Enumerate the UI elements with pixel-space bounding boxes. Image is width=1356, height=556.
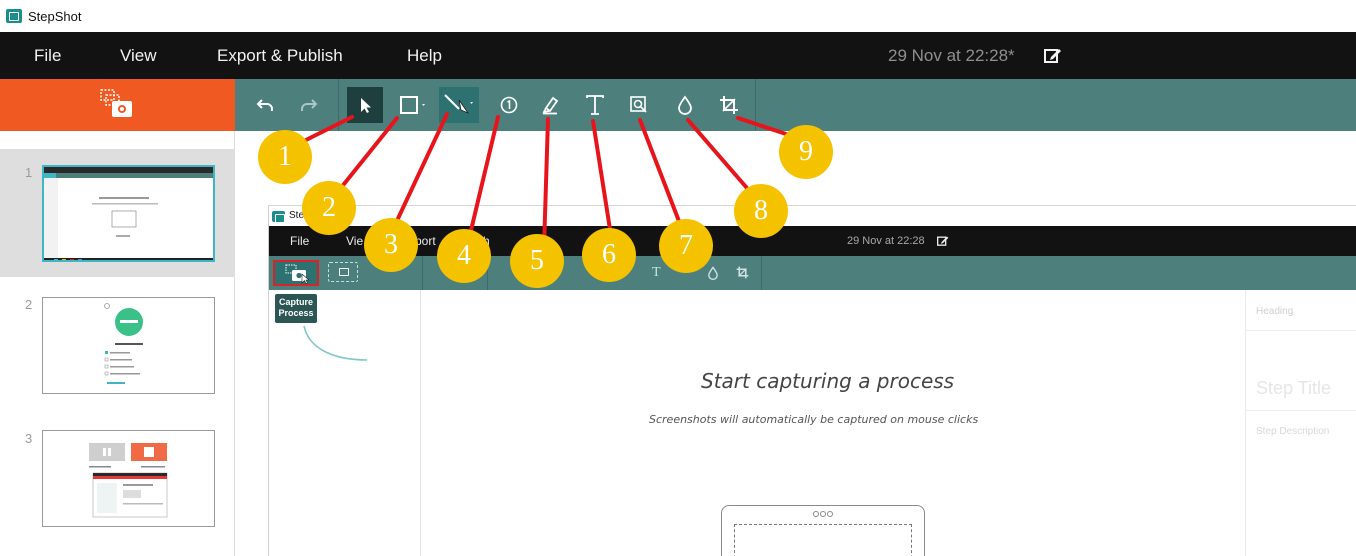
slide-preview-image	[42, 165, 215, 262]
slide-number: 1	[25, 165, 33, 180]
laptop-illustration	[721, 505, 925, 556]
inner-menu-view: Vie	[346, 234, 364, 248]
inner-drop-icon	[708, 266, 718, 280]
annotation-badge-7: 7	[659, 219, 713, 273]
slide-number: 3	[25, 431, 33, 446]
annotation-badge-6: 6	[582, 228, 636, 282]
highlighter-icon	[542, 96, 559, 115]
inner-menu-export: port	[415, 234, 436, 248]
inner-capture-icon	[285, 264, 310, 284]
capture-process-icon[interactable]	[100, 89, 134, 119]
inner-text-icon: T	[652, 265, 661, 280]
inner-toolbar-divider	[761, 256, 762, 290]
redo-button[interactable]	[290, 87, 326, 123]
undo-button[interactable]	[248, 87, 284, 123]
menu-file[interactable]: File	[34, 46, 61, 66]
slides-sidebar: 1 2 3	[0, 131, 235, 556]
text-icon	[586, 95, 604, 115]
menu-bar: File View Export & Publish Help 29 Nov a…	[0, 32, 1356, 79]
slide-preview-image	[42, 297, 215, 394]
blur-drop-icon	[678, 95, 692, 115]
rectangle-tool-button[interactable]	[393, 87, 435, 123]
annotation-badge-8: 8	[734, 184, 788, 238]
text-tool-button[interactable]	[577, 87, 613, 123]
blur-tool-button[interactable]	[667, 87, 703, 123]
redo-icon	[301, 99, 318, 111]
inner-app-logo-icon	[272, 211, 285, 223]
editing-toolbar	[235, 79, 1356, 131]
slide-thumbnail[interactable]: 3	[0, 409, 235, 541]
annotation-badge-5: 5	[510, 234, 564, 288]
window-title: StepShot	[28, 8, 82, 24]
inner-capture-button	[273, 260, 319, 286]
slide-preview-image	[42, 430, 215, 527]
inner-step-panel: Heading Step Title Step Description	[1245, 290, 1356, 556]
step-marker-tool-button[interactable]	[491, 87, 527, 123]
inner-crop-icon	[736, 266, 749, 279]
annotation-badge-9: 9	[779, 125, 833, 179]
slide-thumbnail[interactable]: 2	[0, 277, 235, 409]
start-capturing-subtext: Screenshots will automatically be captur…	[649, 413, 979, 426]
menu-help[interactable]: Help	[407, 46, 442, 66]
inner-menu-bar: File Vie port h 29 Nov at 22:28	[269, 226, 1356, 256]
app-logo-icon	[6, 9, 22, 23]
annotation-badge-2: 2	[302, 181, 356, 235]
inner-heading-label: Heading	[1256, 306, 1294, 317]
select-tool-button[interactable]	[347, 87, 383, 123]
inner-menu-file: File	[290, 234, 310, 248]
menu-view[interactable]: View	[120, 46, 157, 66]
magnifier-tool-button[interactable]	[621, 87, 657, 123]
annotation-badge-4: 4	[437, 229, 491, 283]
annotation-badge-3: 3	[364, 218, 418, 272]
title-bar: StepShot	[0, 0, 1356, 32]
capture-panel[interactable]	[0, 79, 235, 131]
canvas-screenshot[interactable]: Ste File Vie port h 29 Nov at 22:28 T Ca	[268, 205, 1356, 556]
slide-number: 2	[25, 297, 33, 312]
toolbar-divider	[755, 79, 756, 131]
line-tool-button[interactable]	[439, 87, 479, 123]
magnifier-icon	[630, 96, 647, 113]
annotation-badge-1: 1	[258, 130, 312, 184]
crop-icon	[720, 96, 738, 114]
inner-toolbar: T	[269, 256, 1356, 290]
document-date: 29 Nov at 22:28*	[888, 46, 1015, 65]
inner-screenshot-icon	[328, 262, 358, 282]
inner-document-date: 29 Nov at 22:28	[847, 235, 925, 247]
inner-hint-curve	[303, 325, 368, 361]
numbered-marker-icon	[500, 96, 518, 114]
toolbar-divider	[338, 79, 339, 131]
rectangle-icon	[400, 96, 425, 114]
slide-thumbnail[interactable]: 1	[0, 149, 235, 277]
inner-slides-panel	[269, 290, 421, 556]
inner-step-title-placeholder: Step Title	[1256, 378, 1332, 398]
inner-edit-icon	[937, 236, 949, 246]
inner-toolbar-divider	[422, 256, 423, 290]
line-arrow-icon	[444, 94, 473, 114]
edit-title-icon[interactable]	[1044, 47, 1062, 63]
crop-tool-button[interactable]	[711, 87, 747, 123]
select-pointer-icon	[361, 98, 371, 113]
inner-step-description-placeholder: Step Description	[1256, 426, 1330, 437]
menu-export-publish[interactable]: Export & Publish	[217, 46, 343, 66]
start-capturing-heading: Start capturing a process	[701, 369, 955, 393]
highlighter-tool-button[interactable]	[532, 87, 568, 123]
undo-icon	[256, 99, 273, 111]
inner-title-bar: Ste	[269, 205, 1356, 226]
